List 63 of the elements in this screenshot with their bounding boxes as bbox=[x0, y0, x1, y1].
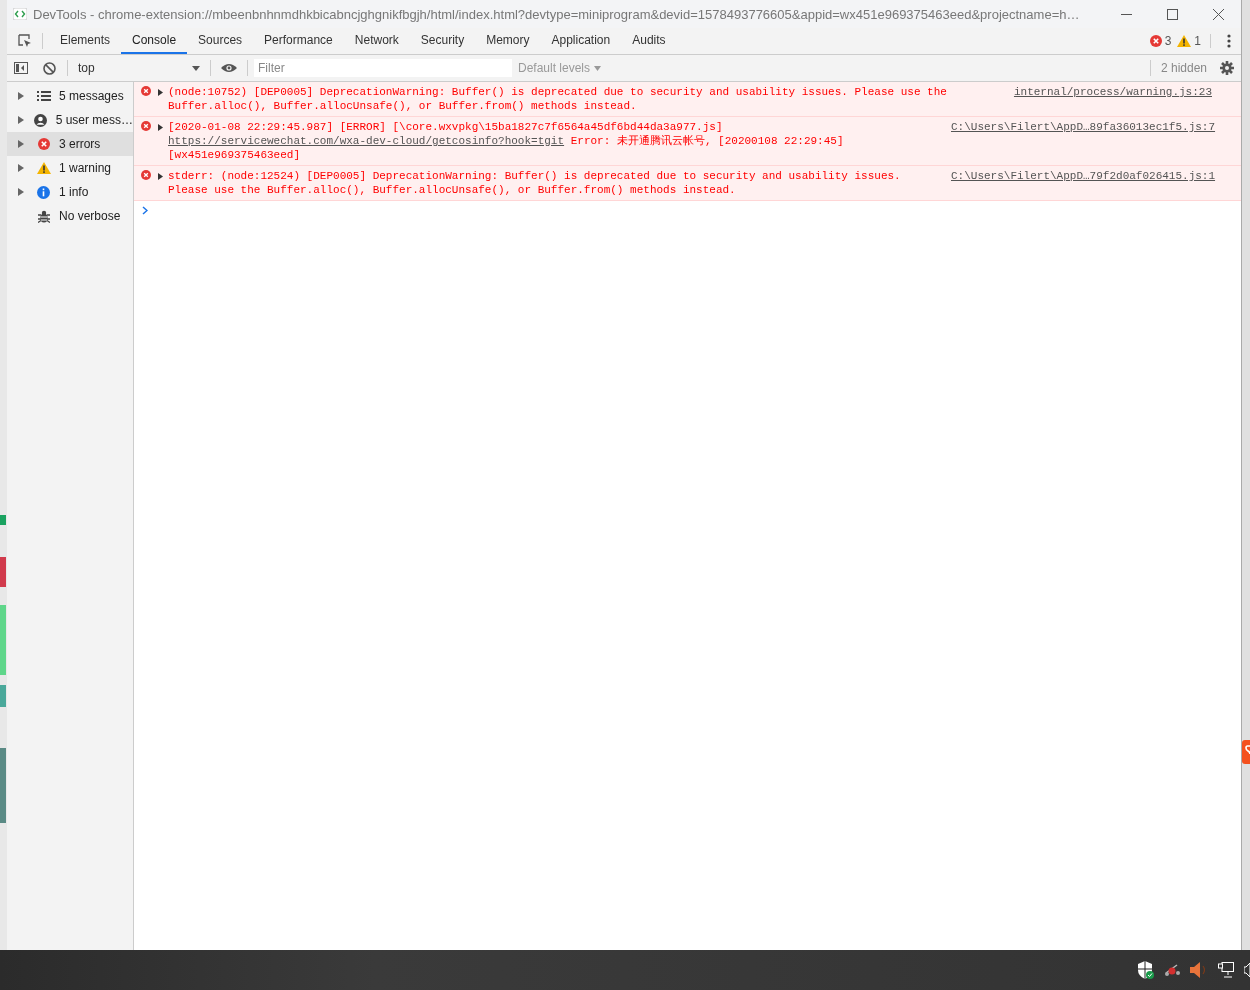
error-count: 3 bbox=[1164, 34, 1172, 48]
eye-icon bbox=[221, 63, 237, 73]
sidebar-item[interactable]: 1 warning bbox=[7, 156, 133, 180]
speaker-icon bbox=[1190, 962, 1208, 978]
hidden-count: 2 hidden bbox=[1159, 61, 1208, 75]
filter-field[interactable]: Filter bbox=[254, 59, 512, 77]
error-icon bbox=[141, 170, 151, 180]
sidebar-item[interactable]: 3 errors bbox=[7, 132, 133, 156]
window-title: DevTools - chrome-extension://mbeenbnhnmdhkbicabncjghgnikfbgjh/html/index.html?devtype=miniprogram&devid=1578493776605&appid=wx451e969375463eed&projectname=h… bbox=[33, 6, 1081, 22]
error-icon bbox=[37, 138, 50, 150]
volume-icon bbox=[1244, 963, 1250, 977]
network-monitor-icon bbox=[1218, 962, 1234, 978]
sidebar-item[interactable]: 5 user mess… bbox=[7, 108, 133, 132]
prompt-chevron-icon bbox=[142, 206, 148, 215]
panel-tab[interactable]: Security bbox=[409, 28, 476, 54]
source-link[interactable]: internal/process/warning.js:23 bbox=[1013, 86, 1212, 98]
sidebar-item[interactable]: 1 info bbox=[7, 180, 133, 204]
source-link[interactable]: C:\Users\Filert\AppD…79f2d0af026415.js:1 bbox=[951, 170, 1216, 182]
maximize-icon bbox=[1166, 8, 1178, 20]
bug-icon bbox=[37, 209, 50, 223]
error-icon bbox=[141, 86, 151, 96]
info-icon bbox=[37, 185, 50, 199]
warning-count: 1 bbox=[1194, 34, 1201, 48]
expand-arrow-icon[interactable] bbox=[158, 173, 163, 180]
source-link[interactable]: C:\Users\Filert\AppD…89fa36013ec1f5.js:7 bbox=[951, 121, 1216, 133]
dropdown-caret-icon bbox=[192, 65, 200, 71]
close-icon bbox=[1212, 8, 1224, 20]
panel-tab[interactable]: Network bbox=[343, 28, 410, 54]
panel-tab[interactable]: Performance bbox=[253, 28, 344, 54]
expand-arrow-icon bbox=[18, 116, 24, 124]
console-message: stderr: (node:12524) [DEP0005] DeprecationWarning: Buffer() is deprecated due to security and usability issues. Please use the Buffer.alloc(), Buffer.allocUnsafe(), or Buffer.from() methods instead. bbox=[168, 169, 902, 197]
dropdown-caret-icon bbox=[594, 65, 602, 71]
expand-arrow-icon bbox=[18, 164, 24, 172]
devtools-logo-icon bbox=[13, 8, 27, 20]
warning-icon bbox=[36, 162, 51, 174]
console-message: [2020-01-08 22:29:45.987] [ERROR] [\core.wxvpkg\15ba1827c7f6564a45df6bd44da3a977.js] https://servicewechat.com/wxa-dev-cloud/getcosinfo?hook=tgit Error: 未开通腾讯云帐号, [20200108 22:29:45][wx451e969375463eed] bbox=[168, 120, 845, 162]
list-icon bbox=[36, 91, 51, 101]
context-select[interactable]: top bbox=[72, 57, 206, 79]
panel-tab[interactable]: Elements bbox=[49, 28, 122, 54]
shield-icon bbox=[1138, 961, 1154, 979]
expand-arrow-icon bbox=[18, 92, 24, 100]
panel-tab[interactable]: Application bbox=[540, 28, 622, 54]
expand-arrow-icon bbox=[18, 140, 24, 148]
error-icon bbox=[1149, 35, 1162, 47]
block-icon bbox=[42, 61, 56, 75]
warning-icon bbox=[1177, 35, 1192, 47]
error-icon bbox=[141, 121, 151, 131]
message-link[interactable]: https://servicewechat.com/wxa-dev-cloud/getcosinfo?hook=tgit bbox=[168, 135, 565, 147]
expand-arrow-icon[interactable] bbox=[158, 124, 163, 131]
expand-arrow-icon bbox=[18, 188, 24, 196]
settings-icon bbox=[1220, 61, 1234, 75]
kebab-menu-icon bbox=[1227, 34, 1231, 48]
panel-tab[interactable]: Audits bbox=[621, 28, 677, 54]
console-message: (node:10752) [DEP0005] DeprecationWarning: Buffer() is deprecated due to security and usability issues. Please use the Buffer.alloc(), Buffer.allocUnsafe(), or Buffer.from() methods instead. bbox=[168, 85, 948, 113]
expand-arrow-icon[interactable] bbox=[158, 89, 163, 96]
panel-tab[interactable]: Sources bbox=[187, 28, 254, 54]
sidebar-icon bbox=[14, 62, 28, 74]
user-icon bbox=[34, 113, 48, 127]
sidebar-item[interactable]: 5 messages bbox=[7, 84, 133, 108]
cursor-icon bbox=[17, 34, 32, 48]
network-tool-icon bbox=[1164, 963, 1180, 977]
sidebar-item[interactable]: No verbose bbox=[7, 204, 133, 228]
panel-tab[interactable]: Memory bbox=[475, 28, 541, 54]
